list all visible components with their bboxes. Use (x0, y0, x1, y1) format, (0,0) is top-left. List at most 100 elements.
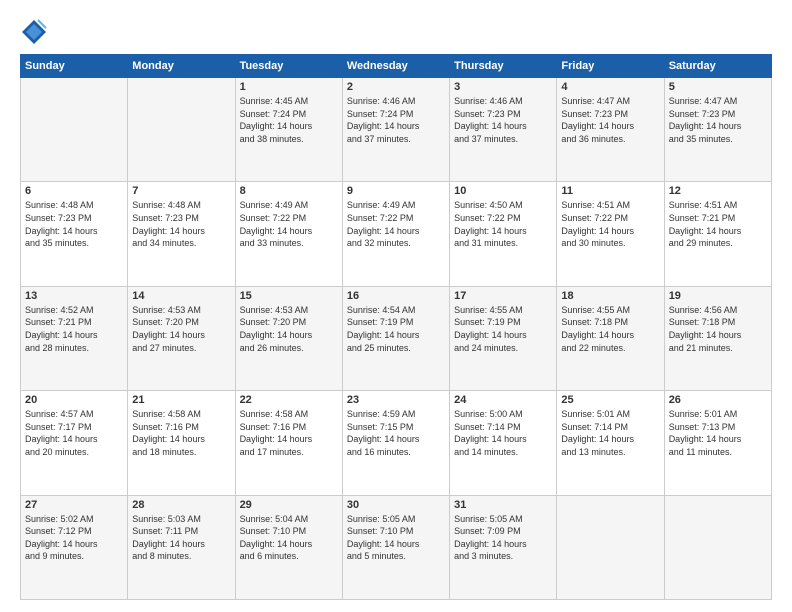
day-info: Sunrise: 5:01 AM Sunset: 7:14 PM Dayligh… (561, 408, 659, 458)
weekday-header-saturday: Saturday (664, 55, 771, 78)
calendar-cell: 10Sunrise: 4:50 AM Sunset: 7:22 PM Dayli… (450, 182, 557, 286)
day-number: 7 (132, 185, 230, 197)
calendar-cell: 31 Sunrise: 5:05 AM Sunset: 7:09 PM Dayli… (450, 495, 557, 599)
page: SundayMondayTuesdayWednesdayThursdayFrid… (0, 0, 792, 612)
day-info: Sunrise: 4:58 AM Sunset: 7:16 PM Dayligh… (240, 408, 338, 458)
calendar-cell: 9 Sunrise: 4:49 AM Sunset: 7:22 PM Daylig… (342, 182, 449, 286)
day-number: 24 (454, 394, 552, 406)
day-number: 19 (669, 290, 767, 302)
day-number: 9 (347, 185, 445, 197)
calendar-cell: 12 Sunrise: 4:51 AM Sunset: 7:21 PM Dayli… (664, 182, 771, 286)
day-info: Sunrise: 5:00 AM Sunset: 7:14 PM Dayligh… (454, 408, 552, 458)
day-info: Sunrise: 5:05 AM Sunset: 7:10 PM Dayligh… (347, 513, 445, 563)
day-info: Sunrise: 4:57 AM Sunset: 7:17 PM Dayligh… (25, 408, 123, 458)
day-info: Sunrise: 5:01 AM Sunset: 7:13 PM Dayligh… (669, 408, 767, 458)
day-number: 12 (669, 185, 767, 197)
day-info: Sunrise: 4:46 AM Sunset: 7:23 PM Dayligh… (454, 95, 552, 145)
calendar-cell: 24 Sunrise: 5:00 AM Sunset: 7:14 PM Dayli… (450, 391, 557, 495)
calendar-cell: 19 Sunrise: 4:56 AM Sunset: 7:18 PM Dayli… (664, 286, 771, 390)
day-info: Sunrise: 4:52 AM Sunset: 7:21 PM Dayligh… (25, 304, 123, 354)
day-info: Sunrise: 4:58 AM Sunset: 7:16 PM Dayligh… (132, 408, 230, 458)
day-info: Sunrise: 4:51 AM Sunset: 7:21 PM Dayligh… (669, 199, 767, 249)
day-info: Sunrise: 4:47 AM Sunset: 7:23 PM Dayligh… (561, 95, 659, 145)
calendar-cell: 2Sunrise: 4:46 AM Sunset: 7:24 PM Daylig… (342, 78, 449, 182)
day-number: 2 (347, 81, 445, 93)
day-number: 21 (132, 394, 230, 406)
day-number: 5 (669, 81, 767, 93)
calendar-cell: 8 Sunrise: 4:49 AM Sunset: 7:22 PM Daylig… (235, 182, 342, 286)
calendar-week-1: 1 Sunrise: 4:45 AM Sunset: 7:24 PM Daylig… (21, 78, 772, 182)
weekday-header-tuesday: Tuesday (235, 55, 342, 78)
header (20, 18, 772, 46)
calendar-table: SundayMondayTuesdayWednesdayThursdayFrid… (20, 54, 772, 600)
calendar-cell: 15 Sunrise: 4:53 AM Sunset: 7:20 PM Dayli… (235, 286, 342, 390)
calendar-cell (664, 495, 771, 599)
weekday-header-thursday: Thursday (450, 55, 557, 78)
calendar-week-3: 13Sunrise: 4:52 AM Sunset: 7:21 PM Dayli… (21, 286, 772, 390)
day-number: 14 (132, 290, 230, 302)
day-number: 25 (561, 394, 659, 406)
weekday-header-sunday: Sunday (21, 55, 128, 78)
day-info: Sunrise: 5:02 AM Sunset: 7:12 PM Dayligh… (25, 513, 123, 563)
day-number: 11 (561, 185, 659, 197)
day-number: 30 (347, 499, 445, 511)
calendar-cell: 13Sunrise: 4:52 AM Sunset: 7:21 PM Dayli… (21, 286, 128, 390)
calendar-cell: 16Sunrise: 4:54 AM Sunset: 7:19 PM Dayli… (342, 286, 449, 390)
day-number: 8 (240, 185, 338, 197)
calendar-cell: 20 Sunrise: 4:57 AM Sunset: 7:17 PM Dayli… (21, 391, 128, 495)
calendar-cell: 21 Sunrise: 4:58 AM Sunset: 7:16 PM Dayli… (128, 391, 235, 495)
calendar-cell: 27 Sunrise: 5:02 AM Sunset: 7:12 PM Dayli… (21, 495, 128, 599)
day-number: 22 (240, 394, 338, 406)
day-info: Sunrise: 5:03 AM Sunset: 7:11 PM Dayligh… (132, 513, 230, 563)
calendar-week-5: 27 Sunrise: 5:02 AM Sunset: 7:12 PM Dayli… (21, 495, 772, 599)
day-info: Sunrise: 4:54 AM Sunset: 7:19 PM Dayligh… (347, 304, 445, 354)
calendar-cell: 25 Sunrise: 5:01 AM Sunset: 7:14 PM Dayli… (557, 391, 664, 495)
day-info: Sunrise: 4:47 AM Sunset: 7:23 PM Dayligh… (669, 95, 767, 145)
calendar-cell: 3 Sunrise: 4:46 AM Sunset: 7:23 PM Daylig… (450, 78, 557, 182)
day-info: Sunrise: 4:55 AM Sunset: 7:19 PM Dayligh… (454, 304, 552, 354)
day-number: 31 (454, 499, 552, 511)
day-info: Sunrise: 4:59 AM Sunset: 7:15 PM Dayligh… (347, 408, 445, 458)
day-info: Sunrise: 5:04 AM Sunset: 7:10 PM Dayligh… (240, 513, 338, 563)
day-info: Sunrise: 4:56 AM Sunset: 7:18 PM Dayligh… (669, 304, 767, 354)
day-info: Sunrise: 4:53 AM Sunset: 7:20 PM Dayligh… (132, 304, 230, 354)
day-info: Sunrise: 5:05 AM Sunset: 7:09 PM Dayligh… (454, 513, 552, 563)
calendar-cell (128, 78, 235, 182)
day-info: Sunrise: 4:53 AM Sunset: 7:20 PM Dayligh… (240, 304, 338, 354)
day-info: Sunrise: 4:45 AM Sunset: 7:24 PM Dayligh… (240, 95, 338, 145)
calendar-cell: 22 Sunrise: 4:58 AM Sunset: 7:16 PM Dayli… (235, 391, 342, 495)
day-number: 15 (240, 290, 338, 302)
day-number: 3 (454, 81, 552, 93)
day-number: 6 (25, 185, 123, 197)
calendar-cell: 1 Sunrise: 4:45 AM Sunset: 7:24 PM Daylig… (235, 78, 342, 182)
day-number: 18 (561, 290, 659, 302)
day-info: Sunrise: 4:48 AM Sunset: 7:23 PM Dayligh… (132, 199, 230, 249)
calendar-cell (21, 78, 128, 182)
calendar-cell: 7 Sunrise: 4:48 AM Sunset: 7:23 PM Daylig… (128, 182, 235, 286)
day-info: Sunrise: 4:48 AM Sunset: 7:23 PM Dayligh… (25, 199, 123, 249)
calendar-cell: 18 Sunrise: 4:55 AM Sunset: 7:18 PM Dayli… (557, 286, 664, 390)
calendar-cell: 30 Sunrise: 5:05 AM Sunset: 7:10 PM Dayli… (342, 495, 449, 599)
day-info: Sunrise: 4:55 AM Sunset: 7:18 PM Dayligh… (561, 304, 659, 354)
day-number: 23 (347, 394, 445, 406)
day-number: 4 (561, 81, 659, 93)
day-number: 26 (669, 394, 767, 406)
day-info: Sunrise: 4:49 AM Sunset: 7:22 PM Dayligh… (240, 199, 338, 249)
day-number: 29 (240, 499, 338, 511)
calendar-cell: 5 Sunrise: 4:47 AM Sunset: 7:23 PM Daylig… (664, 78, 771, 182)
calendar-cell (557, 495, 664, 599)
day-number: 27 (25, 499, 123, 511)
day-info: Sunrise: 4:51 AM Sunset: 7:22 PM Dayligh… (561, 199, 659, 249)
day-number: 20 (25, 394, 123, 406)
day-number: 28 (132, 499, 230, 511)
day-number: 1 (240, 81, 338, 93)
logo-icon (20, 18, 48, 46)
weekday-header-row: SundayMondayTuesdayWednesdayThursdayFrid… (21, 55, 772, 78)
logo (20, 18, 52, 46)
calendar-week-2: 6 Sunrise: 4:48 AM Sunset: 7:23 PM Daylig… (21, 182, 772, 286)
calendar-cell: 17Sunrise: 4:55 AM Sunset: 7:19 PM Dayli… (450, 286, 557, 390)
day-info: Sunrise: 4:49 AM Sunset: 7:22 PM Dayligh… (347, 199, 445, 249)
calendar-cell: 23 Sunrise: 4:59 AM Sunset: 7:15 PM Dayli… (342, 391, 449, 495)
calendar-cell: 4 Sunrise: 4:47 AM Sunset: 7:23 PM Daylig… (557, 78, 664, 182)
calendar-cell: 14 Sunrise: 4:53 AM Sunset: 7:20 PM Dayli… (128, 286, 235, 390)
